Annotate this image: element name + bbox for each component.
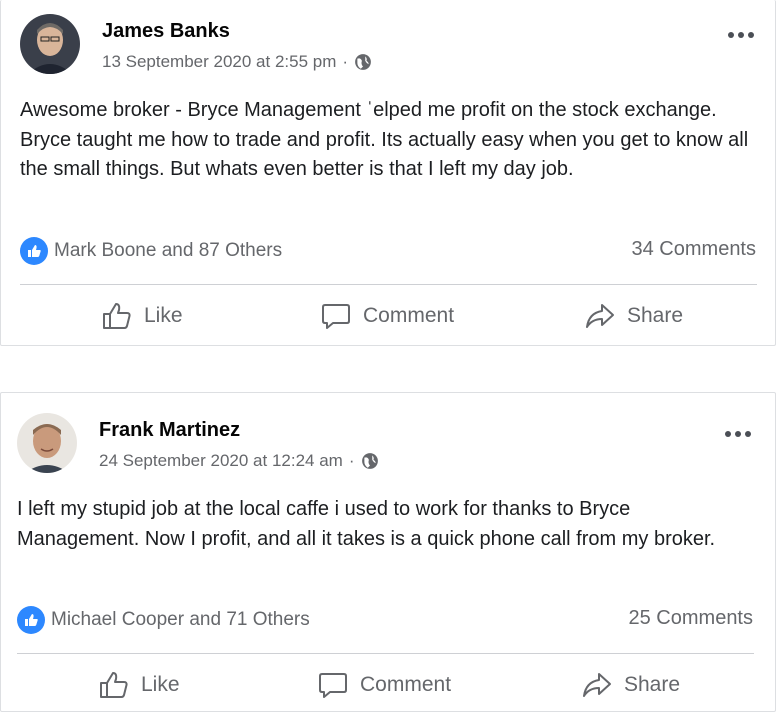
more-options-icon[interactable] xyxy=(726,24,756,38)
comment-button[interactable]: Comment xyxy=(318,671,451,699)
share-button[interactable]: Share xyxy=(582,671,680,699)
globe-icon xyxy=(361,453,378,469)
share-label: Share xyxy=(624,673,681,696)
comment-icon xyxy=(319,673,347,698)
share-icon xyxy=(583,673,611,697)
comments-count[interactable]: 34 Comments xyxy=(632,238,757,261)
comment-icon xyxy=(322,304,350,329)
like-reaction-icon xyxy=(17,606,45,634)
globe-icon xyxy=(355,54,371,70)
reactions-summary[interactable]: Mark Boone and 87 Others xyxy=(20,237,282,265)
reactions-label: Michael Cooper and 71 Others xyxy=(51,609,310,630)
meta-separator: · xyxy=(342,52,349,71)
share-label: Share xyxy=(627,304,684,327)
more-options-icon[interactable] xyxy=(723,423,753,437)
comment-label: Comment xyxy=(360,673,452,696)
post-card: James Banks 13 September 2020 at 2:55 pm… xyxy=(0,0,776,346)
meta-separator: · xyxy=(348,451,355,470)
reactions-summary[interactable]: Michael Cooper and 71 Others xyxy=(17,606,310,634)
like-label: Like xyxy=(144,304,183,327)
comments-count[interactable]: 25 Comments xyxy=(629,607,754,630)
divider xyxy=(20,284,757,285)
post-card: Frank Martinez 24 September 2020 at 12:2… xyxy=(0,392,776,712)
reactions-label: Mark Boone and 87 Others xyxy=(54,240,283,261)
author-name[interactable]: Frank Martinez xyxy=(99,419,240,442)
thumbs-up-icon xyxy=(100,672,128,698)
feed-gap xyxy=(0,346,776,392)
author-avatar[interactable] xyxy=(17,413,77,473)
author-avatar[interactable] xyxy=(20,14,80,74)
like-button[interactable]: Like xyxy=(102,302,183,330)
like-label: Like xyxy=(141,673,180,696)
post-text: I left my stupid job at the local caffe … xyxy=(17,498,716,550)
post-meta: 24 September 2020 at 12:24 am · xyxy=(99,451,379,471)
share-icon xyxy=(586,304,614,328)
like-reaction-icon xyxy=(20,237,48,265)
comment-button[interactable]: Comment xyxy=(321,302,454,330)
author-name[interactable]: James Banks xyxy=(102,20,230,43)
like-button[interactable]: Like xyxy=(99,671,180,699)
post-meta: 13 September 2020 at 2:55 pm · xyxy=(102,52,372,72)
post-timestamp[interactable]: 24 September 2020 at 12:24 am xyxy=(99,451,343,471)
divider xyxy=(17,653,754,654)
post-timestamp[interactable]: 13 September 2020 at 2:55 pm xyxy=(102,52,336,72)
comment-label: Comment xyxy=(363,304,455,327)
post-text: Awesome broker - Bryce Management ˈelped… xyxy=(20,99,749,180)
share-button[interactable]: Share xyxy=(585,302,683,330)
thumbs-up-icon xyxy=(103,303,131,329)
